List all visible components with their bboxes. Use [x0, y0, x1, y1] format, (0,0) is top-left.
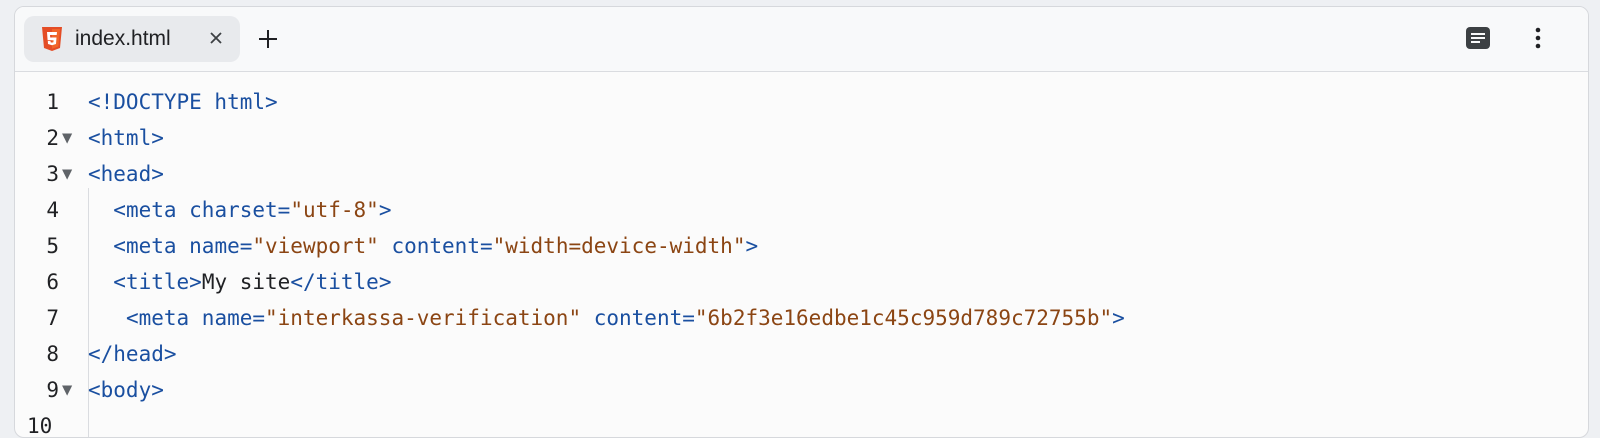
token-tag: <meta	[113, 234, 190, 258]
more-menu-button[interactable]	[1524, 24, 1552, 52]
token-tag: >	[378, 198, 392, 222]
code-text: <head>	[88, 156, 164, 192]
token-tag: </head>	[88, 342, 177, 366]
code-line: 6 <title>My site</title>	[15, 264, 1588, 300]
tab-title: index.html	[75, 27, 171, 50]
code-text: <meta name="viewport" content="width=dev…	[88, 228, 758, 264]
token-tag: <!DOCTYPE html>	[88, 90, 278, 114]
code-line: 5 <meta name="viewport" content="width=d…	[15, 228, 1588, 264]
code-text: <meta name="interkassa-verification" con…	[88, 300, 1125, 336]
token-tag: <meta	[125, 306, 202, 330]
code-text: <meta charset="utf-8">	[88, 192, 391, 228]
token-tag: >	[745, 234, 759, 258]
source-viewer-window: index.html 1 <!DOCTYPE html> 2 ▼ <html> …	[14, 6, 1589, 438]
line-number: 9	[46, 378, 59, 402]
fold-toggle-icon[interactable]: ▼	[62, 372, 72, 408]
token-tag: </title>	[290, 270, 392, 294]
code-text: <title>My site</title>	[88, 264, 391, 300]
token-str: "width=device-width"	[492, 234, 746, 258]
code-editor[interactable]: 1 <!DOCTYPE html> 2 ▼ <html> 3 ▼ <head> 4 <meta …	[15, 72, 1588, 437]
plus-icon	[259, 30, 277, 48]
fold-toggle-icon[interactable]: ▼	[62, 120, 72, 156]
code-line: 2 ▼ <html>	[15, 120, 1588, 156]
fold-toggle-icon[interactable]: ▼	[62, 156, 72, 192]
token-tag: <html>	[88, 126, 164, 150]
code-text: <html>	[88, 120, 164, 156]
token-tag: <head>	[88, 162, 164, 186]
token-attr: content=	[378, 234, 493, 258]
token-tag: <meta	[113, 198, 190, 222]
code-line: 3 ▼ <head>	[15, 156, 1588, 192]
tab-index-html[interactable]: index.html	[24, 16, 240, 62]
line-number: 4	[46, 198, 59, 222]
line-number: 7	[46, 306, 59, 330]
reader-mode-button[interactable]	[1464, 24, 1492, 52]
code-text: <!DOCTYPE html>	[88, 84, 278, 120]
close-icon[interactable]	[204, 26, 228, 50]
line-number: 6	[46, 270, 59, 294]
code-line: 7 <meta name="interkassa-verification" c…	[15, 300, 1588, 336]
line-number: 10	[27, 414, 53, 438]
token-attr: name=	[201, 306, 266, 330]
code-line: 8 </head>	[15, 336, 1588, 372]
token-tag: <body>	[88, 378, 164, 402]
code-line: 9 ▼ <body>	[15, 372, 1588, 408]
line-number: 1	[46, 90, 59, 114]
line-number: 3	[46, 162, 59, 186]
token-attr: charset=	[189, 198, 291, 222]
code-text: <body>	[88, 372, 164, 408]
token-tag: >	[1112, 306, 1125, 330]
reader-mode-icon	[1466, 27, 1490, 49]
token-str: "6b2f3e16edbe1c45c959d789c72755b"	[694, 306, 1113, 330]
line-number: 2	[46, 126, 59, 150]
token-txt: My site	[201, 270, 291, 294]
new-tab-button[interactable]	[253, 24, 283, 54]
token-attr: content=	[581, 306, 695, 330]
token-tag: <title>	[113, 270, 202, 294]
token-attr: name=	[189, 234, 253, 258]
code-text: </head>	[88, 336, 177, 372]
tab-bar: index.html	[15, 7, 1588, 72]
code-line: 1 <!DOCTYPE html>	[15, 84, 1588, 120]
line-number: 8	[46, 342, 59, 366]
token-str: "interkassa-verification"	[265, 306, 582, 330]
token-str: "utf-8"	[290, 198, 379, 222]
code-line: 4 <meta charset="utf-8">	[15, 192, 1588, 228]
more-vert-icon	[1535, 27, 1541, 49]
html5-icon	[41, 27, 63, 51]
code-line: 10	[15, 408, 1588, 438]
token-str: "viewport"	[252, 234, 379, 258]
line-number: 5	[46, 234, 59, 258]
